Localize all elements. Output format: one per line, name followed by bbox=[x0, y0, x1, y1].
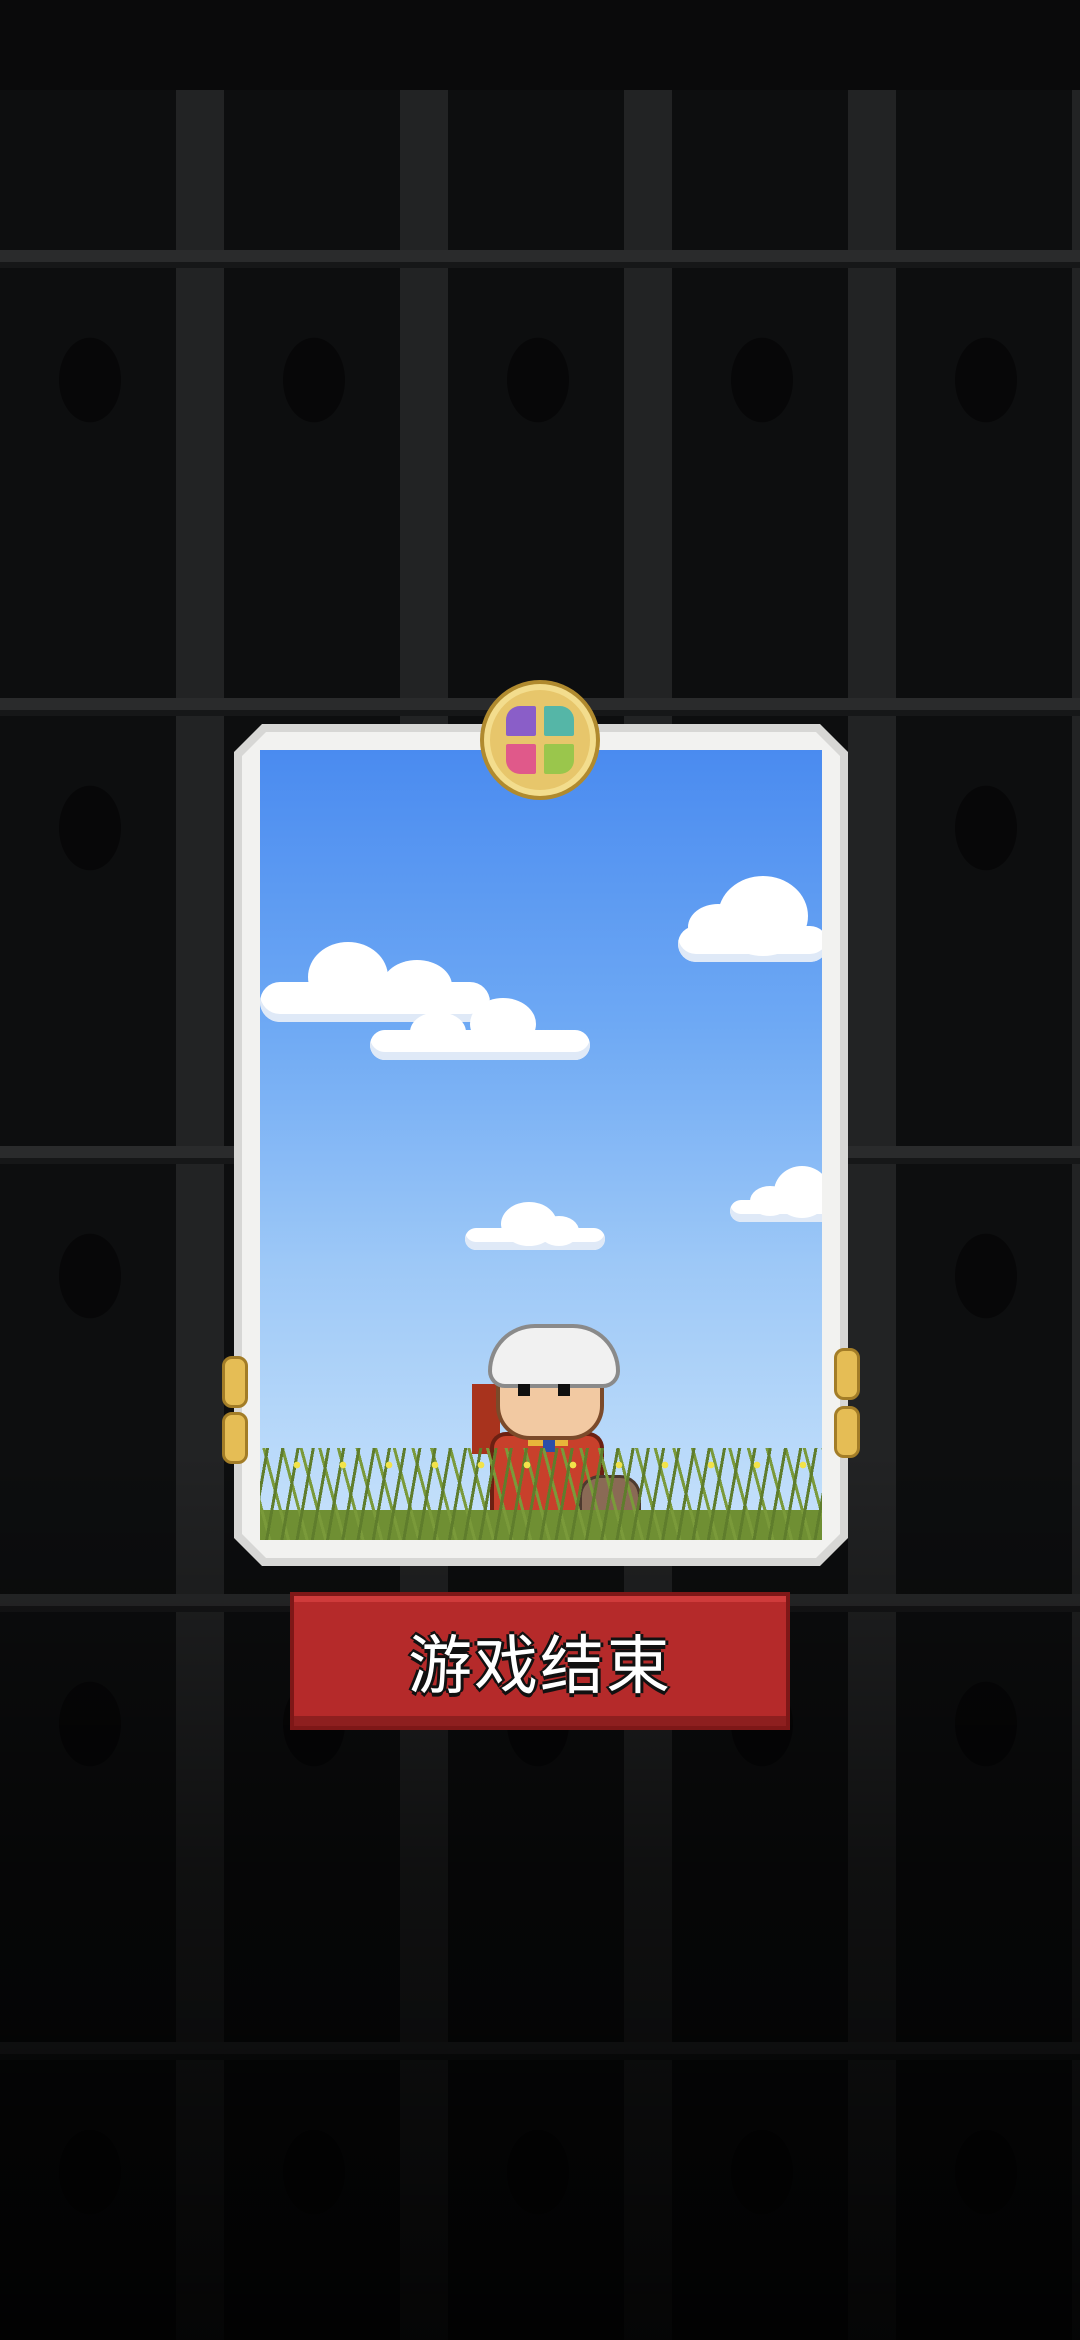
game-over-button[interactable]: 游戏结束 bbox=[290, 1592, 790, 1730]
gold-side-tab bbox=[222, 1412, 248, 1464]
game-over-label: 游戏结束 bbox=[408, 1630, 672, 1704]
card-sky-scene bbox=[260, 750, 822, 1540]
gold-side-tab bbox=[834, 1406, 860, 1458]
character-hair bbox=[492, 1328, 616, 1384]
gem-quadrant-purple bbox=[506, 706, 536, 736]
cloud bbox=[730, 1166, 822, 1222]
reign-card bbox=[222, 690, 860, 1566]
cloud bbox=[465, 1202, 605, 1250]
four-color-gem-icon bbox=[490, 690, 590, 790]
character-eye-right bbox=[558, 1384, 570, 1396]
yellow-flowers bbox=[260, 1450, 822, 1480]
cloud bbox=[370, 998, 590, 1060]
character-eye-left bbox=[518, 1384, 530, 1396]
gold-side-tab bbox=[222, 1356, 248, 1408]
gem-quadrant-green bbox=[544, 744, 574, 774]
gem-quadrant-pink bbox=[506, 744, 536, 774]
gem-quadrant-teal bbox=[544, 706, 574, 736]
gold-side-tab bbox=[834, 1348, 860, 1400]
cloud bbox=[678, 876, 822, 962]
